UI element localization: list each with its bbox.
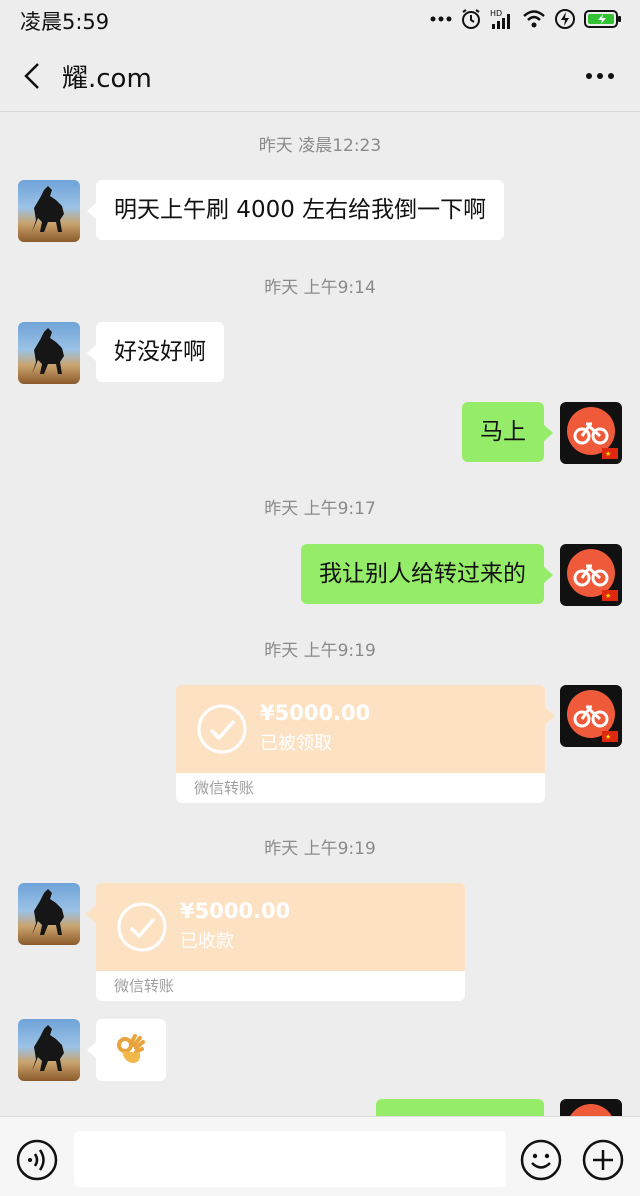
transfer-amount: ¥5000.00	[260, 701, 371, 725]
plus-icon[interactable]	[582, 1139, 624, 1181]
charging-icon	[555, 9, 575, 29]
smile-icon[interactable]	[520, 1139, 562, 1181]
transfer-status: 已收款	[180, 931, 234, 952]
battery-icon	[584, 10, 621, 28]
message-timestamp: 昨天 上午9:19	[264, 839, 376, 859]
transfer-card-body: ¥5000.00 已被领取	[176, 685, 545, 773]
chat-header: 耀.com	[0, 40, 640, 112]
svg-text:HD: HD	[490, 9, 502, 18]
transfer-card-incoming[interactable]: ¥5000.00 已收款 微信转账	[96, 883, 465, 1001]
my-avatar[interactable]: ★	[560, 544, 622, 606]
svg-text:★: ★	[605, 592, 611, 600]
transfer-footer: 微信转账	[176, 773, 545, 803]
wifi-icon	[523, 10, 545, 28]
alarm-icon	[462, 9, 480, 29]
message-bubble-outgoing[interactable]	[376, 1099, 544, 1116]
check-circle-icon	[117, 902, 167, 952]
contact-avatar[interactable]	[18, 180, 80, 242]
message-timestamp: 昨天 凌晨12:23	[258, 136, 382, 156]
message-timestamp: 昨天 上午9:19	[264, 641, 376, 661]
chat-title: 耀.com	[62, 64, 152, 94]
message-timestamp: 昨天 上午9:14	[264, 278, 376, 298]
bike-logo-icon: ★	[567, 690, 618, 742]
horse-avatar-image	[32, 186, 64, 232]
transfer-footer: 微信转账	[96, 971, 465, 1001]
my-avatar[interactable]: ★	[560, 402, 622, 464]
bubble-tail	[545, 707, 555, 725]
message-bubble-incoming[interactable]: 好没好啊	[87, 322, 224, 382]
transfer-status: 已被领取	[260, 733, 332, 754]
horse-avatar-image	[32, 1025, 64, 1071]
more-dots-icon	[586, 73, 614, 79]
input-bar	[0, 1116, 640, 1196]
message-bubble-outgoing[interactable]: 我让别人给转过来的	[301, 544, 553, 604]
message-bubble-incoming[interactable]: 明天上午刷 4000 左右给我倒一下啊	[86, 180, 505, 240]
status-bar: 凌晨5:59 HD	[0, 0, 640, 40]
transfer-card-outgoing[interactable]: ¥5000.00 已被领取 微信转账	[176, 685, 545, 803]
transfer-card-body: ¥5000.00 已收款	[96, 883, 465, 971]
bike-logo-icon: ★	[567, 407, 618, 459]
check-circle-icon	[197, 704, 247, 754]
more-button[interactable]	[580, 58, 620, 94]
more-dots-icon	[430, 16, 452, 22]
message-timestamp: 昨天 上午9:17	[264, 499, 376, 519]
chat-message-list[interactable]: 昨天 凌晨12:23 明天上午刷 4000 左右给我倒一下啊 昨天 上午9:14…	[0, 113, 640, 1116]
horse-avatar-image	[32, 328, 64, 374]
bubble-tail	[86, 905, 96, 923]
message-bubble-emoji[interactable]	[87, 1019, 166, 1081]
svg-text:★: ★	[605, 733, 611, 741]
my-avatar[interactable]	[560, 1099, 622, 1116]
my-avatar[interactable]: ★	[560, 685, 622, 747]
contact-avatar[interactable]	[18, 322, 80, 384]
transfer-amount: ¥5000.00	[180, 899, 291, 923]
contact-avatar[interactable]	[18, 1019, 80, 1081]
ok-hand-icon	[117, 1034, 145, 1063]
message-input[interactable]	[74, 1131, 506, 1187]
status-time: 凌晨5:59	[20, 10, 110, 34]
status-icons: HD	[430, 8, 622, 30]
horse-avatar-image	[32, 889, 64, 935]
chevron-left-icon	[24, 63, 39, 89]
hd-signal-icon: HD	[490, 9, 510, 29]
bike-logo-icon: ★	[567, 549, 618, 601]
voice-icon[interactable]	[16, 1139, 58, 1181]
message-bubble-outgoing[interactable]: 马上	[462, 402, 553, 462]
svg-text:★: ★	[605, 450, 611, 458]
contact-avatar[interactable]	[18, 883, 80, 945]
back-button[interactable]	[14, 58, 50, 94]
bike-logo-icon	[570, 1104, 612, 1116]
